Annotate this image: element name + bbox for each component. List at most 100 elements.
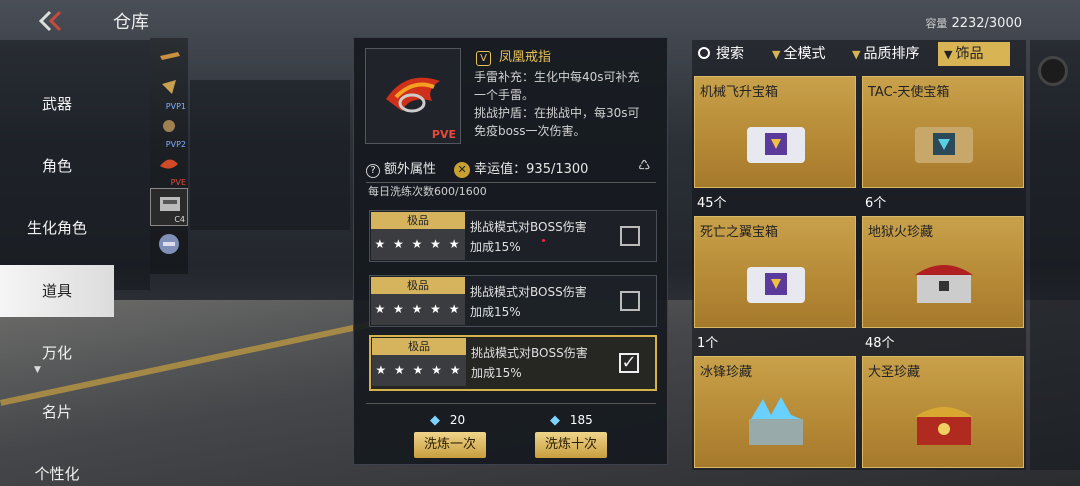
weapon-icon (162, 80, 176, 94)
nav-item-characters[interactable]: 角色 (0, 140, 114, 192)
pve-tag: PVE (170, 178, 186, 187)
desc-line: 一个手雷。 (474, 88, 535, 102)
nav-item-props[interactable]: 道具 (0, 265, 114, 317)
card-name: TAC-天使宝箱 (868, 85, 950, 100)
desc-line: 免疫boss一次伤害。 (474, 124, 586, 138)
mode-filter-label: 全模式 (783, 46, 826, 62)
refine-option-1[interactable]: 极品 ★ ★ ★ ★ ★ 挑战模式对BOSS伤害 加成15% (369, 210, 657, 262)
back-button[interactable] (36, 8, 66, 34)
pve-tag: PVE (431, 128, 456, 141)
refine-option-3[interactable]: 极品 ★ ★ ★ ★ ★ 挑战模式对BOSS伤害 加成15% ✓ (369, 335, 657, 391)
desc-line: 挑战护盾：在挑战中，每30s可 (474, 106, 640, 120)
capacity-value: 2232/3000 (951, 16, 1022, 31)
option-checkbox[interactable] (620, 226, 640, 246)
grade-label: 极品 (371, 277, 465, 294)
card-name: 大圣珍藏 (868, 365, 921, 380)
option-line: 加成15% (470, 240, 521, 254)
thumbnail-item[interactable]: PVP1 (150, 74, 188, 112)
grade-box: 极品 ★ ★ ★ ★ ★ (371, 212, 465, 260)
nav-item-wanhua[interactable]: 万化 (0, 327, 114, 379)
card-count: 1个 (697, 336, 719, 351)
item-description: 手雷补充：生化中每40s可补充 一个手雷。 挑战护盾：在挑战中，每30s可 免疫… (474, 68, 664, 140)
diamond-icon: ◆ (550, 413, 560, 428)
category-dropdown[interactable]: ▼ 饰品 (938, 42, 1010, 66)
help-icon[interactable]: ? (366, 164, 380, 178)
cost-value: 20 (449, 413, 466, 427)
star-rating: ★ ★ ★ ★ ★ (375, 363, 463, 377)
extra-attribute-label: 额外属性 (384, 162, 437, 177)
thumbnail-item[interactable] (150, 38, 188, 76)
grade-box: 极品 ★ ★ ★ ★ ★ (372, 338, 466, 386)
search-button[interactable]: 搜索 (692, 42, 766, 66)
refine-ten-button[interactable]: 洗炼十次 (535, 432, 607, 458)
treasure-chest-icon (915, 265, 973, 303)
divider (366, 403, 656, 404)
option-text: 挑战模式对BOSS伤害 加成15% (471, 343, 588, 383)
chevron-down-icon: ▼ (772, 48, 781, 61)
quality-badge-icon: V (476, 51, 491, 66)
inventory-card[interactable]: 机械飞升宝箱 (694, 76, 856, 188)
desc-line: 手雷补充：生化中每40s可补充 (474, 70, 640, 84)
thumbnail-item[interactable]: PVE (150, 150, 188, 188)
search-icon (698, 47, 710, 59)
option-checkbox[interactable] (620, 291, 640, 311)
inventory-card[interactable]: 死亡之翼宝箱 (694, 216, 856, 328)
round-menu-button[interactable] (1038, 56, 1068, 86)
option-line: 加成15% (470, 305, 521, 319)
grade-label: 极品 (372, 338, 466, 355)
card-count: 45个 (697, 196, 727, 211)
card-count: 6个 (865, 196, 887, 211)
luck-icon: ✕ (454, 161, 471, 178)
option-line: 挑战模式对BOSS伤害 (470, 285, 587, 299)
star-rating: ★ ★ ★ ★ ★ (374, 302, 462, 316)
filter-bar: 搜索 ▼ 全模式 ▼ 品质排序 ▼ 饰品 (692, 42, 1026, 66)
search-label: 搜索 (716, 46, 744, 62)
inventory-card[interactable]: 大圣珍藏 (862, 356, 1024, 468)
sort-dropdown[interactable]: ▼ 品质排序 (846, 42, 938, 66)
grade-box: 极品 ★ ★ ★ ★ ★ (371, 277, 465, 325)
attribute-row: ? 额外属性 ✕ 幸运值：935/1300 ♺ (366, 158, 656, 182)
expand-down-icon[interactable]: ▼ (34, 365, 41, 375)
capacity-indicator: 容量 2232/3000 (925, 15, 1022, 31)
pvp2-tag: PVP2 (165, 140, 186, 149)
card-name: 机械飞升宝箱 (700, 85, 779, 100)
thumbnail-item[interactable] (150, 226, 188, 264)
mode-filter-dropdown[interactable]: ▼ 全模式 (766, 42, 846, 66)
luck-value: 幸运值：935/1300 (474, 162, 589, 177)
thumbnail-item[interactable]: PVP2 (150, 112, 188, 150)
refine-once-cost: ◆ 20 (430, 413, 465, 427)
refine-option-2[interactable]: 极品 ★ ★ ★ ★ ★ 挑战模式对BOSS伤害 加成15% (369, 275, 657, 327)
page-title: 仓库 (113, 12, 149, 33)
nav-item-zombie-characters[interactable]: 生化角色 (0, 202, 114, 254)
inventory-card[interactable]: 冰锋珍藏 (694, 356, 856, 468)
chevron-down-icon: ▼ (944, 48, 953, 61)
thumbnail-item-selected[interactable]: C4 (150, 188, 188, 226)
cost-value: 185 (569, 413, 593, 427)
inventory-card[interactable]: 地狱火珍藏 (862, 216, 1024, 328)
diamond-icon: ◆ (430, 413, 440, 428)
background-structure (190, 80, 350, 230)
refine-ten-cost: ◆ 185 (550, 413, 593, 427)
item-name: V 凤凰戒指 (476, 46, 551, 66)
treasure-box-icon (747, 127, 805, 163)
c4-tag: C4 (174, 215, 185, 224)
refine-once-button[interactable]: 洗炼一次 (414, 432, 486, 458)
helmet-icon (159, 234, 179, 254)
card-name: 死亡之翼宝箱 (700, 225, 779, 240)
background-structure (1030, 40, 1080, 470)
treasure-box-icon (747, 267, 805, 303)
item-image: PVE (365, 48, 461, 144)
item-name-text: 凤凰戒指 (499, 50, 552, 65)
card-count: 48个 (865, 336, 895, 351)
item-detail-panel: PVE V 凤凰戒指 手雷补充：生化中每40s可补充 一个手雷。 挑战护盾：在挑战… (353, 37, 668, 465)
thumbnail-item[interactable] (150, 260, 188, 274)
nav-item-weapons[interactable]: 武器 (0, 78, 114, 130)
red-dot-indicator (542, 239, 545, 242)
nav-item-name-card[interactable]: 名片 (0, 386, 114, 438)
recycle-icon[interactable]: ♺ (638, 158, 656, 176)
weapon-icon (163, 120, 175, 132)
inventory-card[interactable]: TAC-天使宝箱 (862, 76, 1024, 188)
option-checkbox-checked[interactable]: ✓ (619, 353, 639, 373)
item-thumbnail-strip[interactable]: PVP1 PVP2 PVE C4 (150, 38, 188, 274)
nav-item-personalize[interactable]: 个性化 (0, 448, 114, 486)
